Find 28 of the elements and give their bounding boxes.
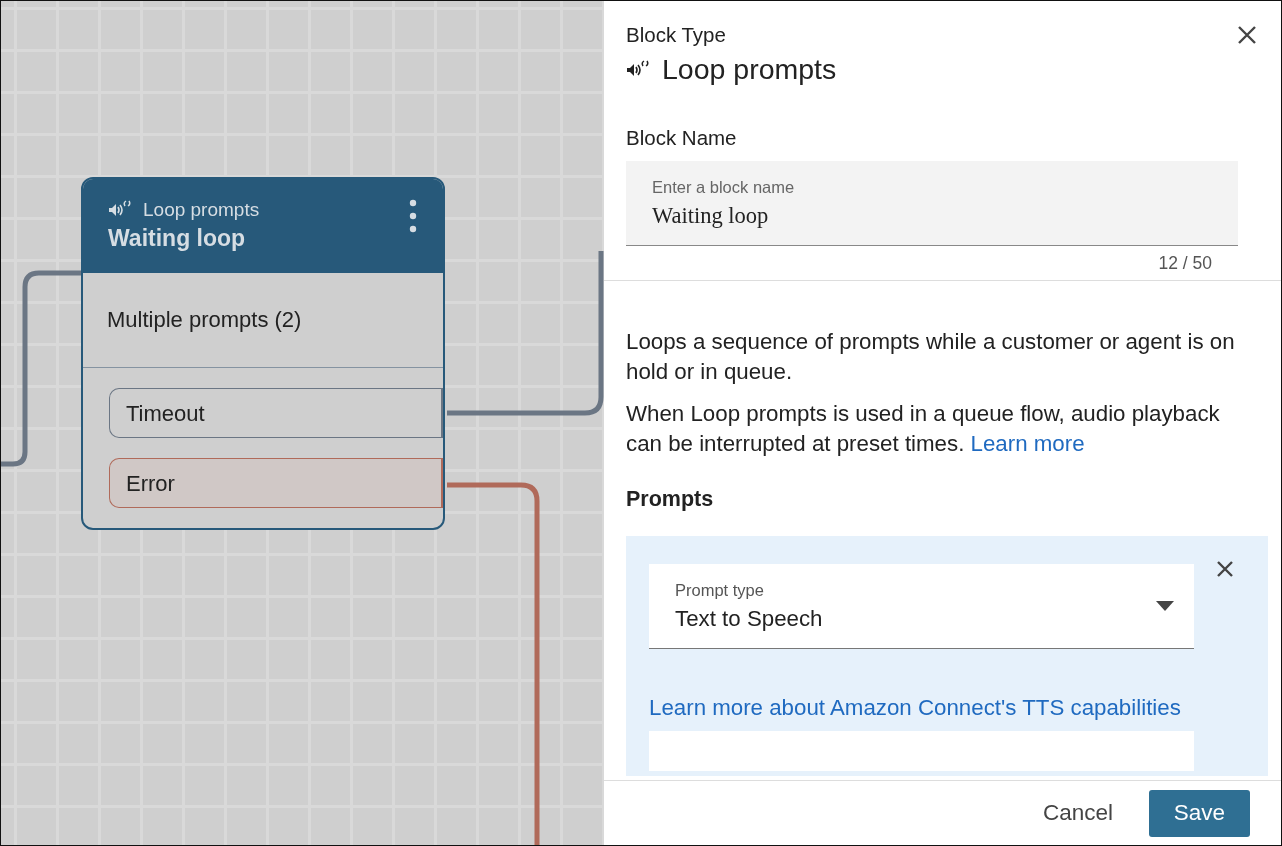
help-link[interactable]: Learn more about Amazon Connect's TTS capabilities xyxy=(649,695,1268,721)
block-type-label: Loop prompts xyxy=(143,199,260,221)
input-field[interactable] xyxy=(649,731,1194,771)
dropdown-value: Text to Speech xyxy=(675,605,823,632)
panel-title: Loop prompts xyxy=(662,53,837,86)
branch-output[interactable]: Timeout xyxy=(109,388,443,438)
description-text: Loops a sequence of prompts while a customer or agent is on hold or in queue. xyxy=(626,328,1236,386)
input-field[interactable]: Waiting loop xyxy=(652,203,1212,229)
save-button[interactable]: Save xyxy=(1149,789,1250,837)
branch-output[interactable]: Error xyxy=(109,458,443,508)
floating-label: Enter a block name xyxy=(652,178,796,197)
section-label: Block Type xyxy=(626,23,727,47)
more-options-icon xyxy=(409,199,417,233)
field-label: Block Name xyxy=(626,126,738,150)
close-icon xyxy=(1237,25,1257,45)
text-field[interactable]: Enter a block name Waiting loop xyxy=(626,161,1238,246)
learn-more-link[interactable]: Learn more xyxy=(970,431,1085,456)
close-icon xyxy=(1216,560,1234,578)
section-heading: Prompts xyxy=(626,487,715,512)
caret-icon xyxy=(1156,601,1174,611)
floating-label: Prompt type xyxy=(675,580,765,600)
prompt-type-dropdown[interactable]: Prompt type Text to Speech xyxy=(649,564,1194,649)
cancel-button[interactable]: Cancel xyxy=(1036,799,1119,827)
block-summary: Multiple prompts (2) xyxy=(83,273,443,368)
block-name: Waiting loop xyxy=(108,225,247,252)
flow-block[interactable]: Loop prompts Waiting loop Multiple prompts (2) Timeout Error xyxy=(81,177,445,530)
description-text: When Loop prompts is used in a queue flow, audio playback can be interrupted at preset times. Learn more xyxy=(626,400,1221,458)
character-counter: 12 / 50 xyxy=(1157,253,1212,274)
